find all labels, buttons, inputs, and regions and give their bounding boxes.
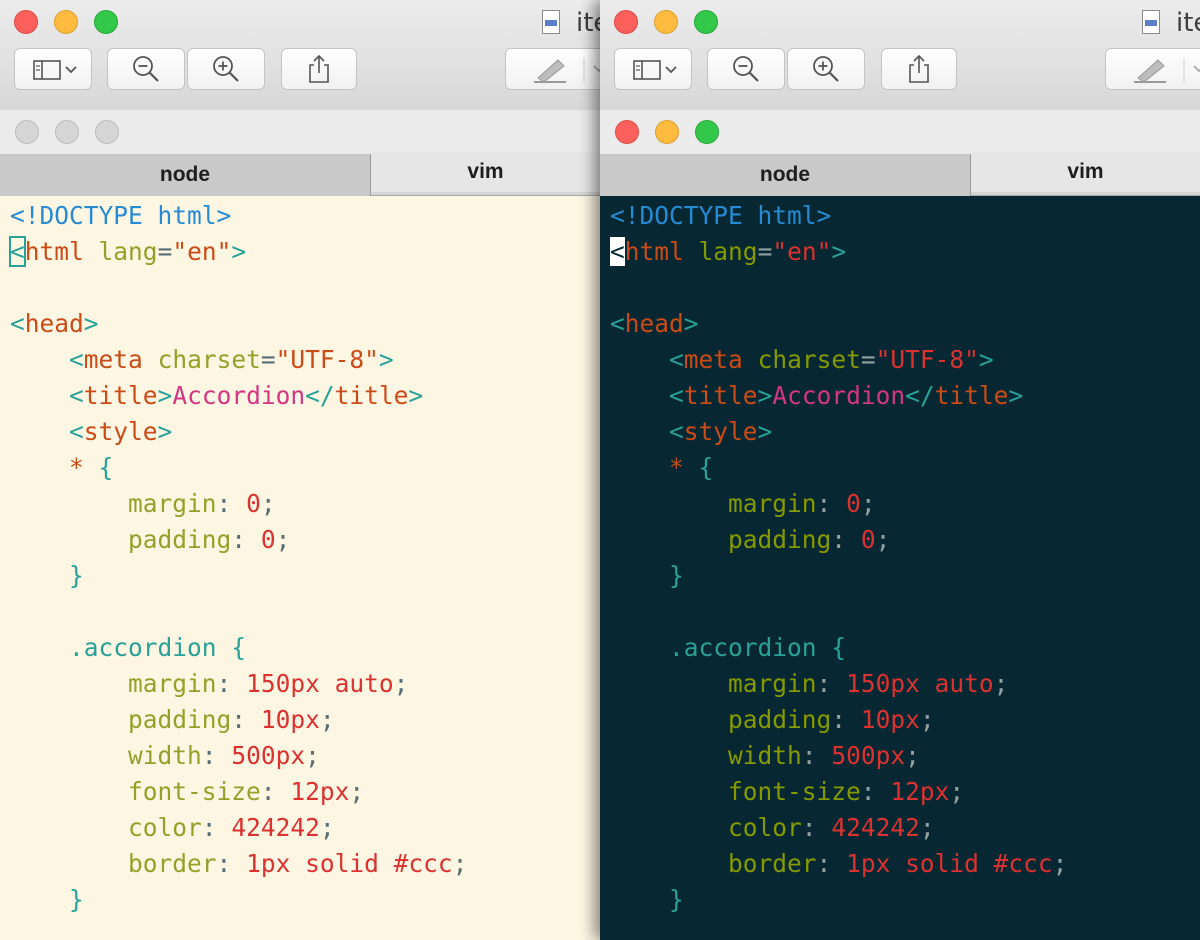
text-cursor: <: [610, 237, 625, 266]
code-line: * {: [69, 453, 114, 482]
code-line: color: 424242;: [728, 813, 935, 842]
terminal-titlebar: [600, 110, 1200, 154]
code-line: }: [69, 885, 84, 914]
sidebar-icon: [33, 60, 77, 80]
right-window: ite: [600, 0, 1200, 940]
code-line: <title>Accordion</title>: [669, 381, 1024, 410]
zoom-button[interactable]: [95, 120, 119, 144]
terminal-tabs: node vim: [0, 152, 600, 196]
code-line: <style>: [669, 417, 773, 446]
share-button[interactable]: [281, 48, 357, 90]
text-cursor: <: [9, 236, 26, 267]
code-line: <html lang="en">: [9, 236, 247, 267]
code-line: border: 1px solid #ccc;: [128, 849, 468, 878]
tab-node[interactable]: node: [0, 154, 371, 196]
code-line: <!DOCTYPE html>: [610, 201, 832, 230]
window-title: ite: [1176, 8, 1200, 38]
minimize-button[interactable]: [54, 10, 78, 34]
zoom-in-icon: [813, 56, 839, 82]
code-line: .accordion {: [69, 633, 247, 662]
close-button[interactable]: [615, 120, 639, 144]
share-button[interactable]: [881, 48, 957, 90]
code-line: * {: [669, 453, 714, 482]
code-line: }: [669, 561, 684, 590]
minimize-button[interactable]: [654, 10, 678, 34]
code-line: padding: 10px;: [128, 705, 335, 734]
zoom-in-button[interactable]: [187, 48, 265, 90]
code-line: <style>: [69, 417, 173, 446]
code-line: <head>: [10, 309, 99, 338]
close-button[interactable]: [15, 120, 39, 144]
code-line: border: 1px solid #ccc;: [728, 849, 1068, 878]
code-line: .accordion {: [669, 633, 847, 662]
sidebar-toggle-button[interactable]: [614, 48, 692, 90]
preview-toolbar: ite: [600, 0, 1200, 111]
left-window: ite: [0, 0, 600, 940]
minimize-button[interactable]: [55, 120, 79, 144]
zoom-in-icon: [213, 56, 239, 82]
code-line: <head>: [610, 309, 699, 338]
zoom-out-icon: [133, 56, 159, 82]
code-editor[interactable]: <!DOCTYPE html> <html lang="en"> <head> …: [600, 196, 1200, 940]
code-line: margin: 0;: [128, 489, 276, 518]
code-line: padding: 0;: [128, 525, 291, 554]
share-icon: [909, 54, 929, 83]
zoom-out-button[interactable]: [107, 48, 185, 90]
code-line: padding: 0;: [728, 525, 891, 554]
zoom-out-icon: [733, 56, 759, 82]
zoom-button[interactable]: [94, 10, 118, 34]
sidebar-toggle-button[interactable]: [14, 48, 92, 90]
terminal-tabs: node vim: [600, 152, 1200, 196]
preview-toolbar: ite: [0, 0, 600, 111]
terminal-titlebar: [0, 110, 600, 154]
markup-pen-icon: [534, 58, 600, 83]
window-title: ite: [576, 8, 600, 38]
markup-button[interactable]: [505, 48, 600, 90]
code-line: }: [69, 561, 84, 590]
close-button[interactable]: [14, 10, 38, 34]
code-line: <meta charset="UTF-8">: [669, 345, 994, 374]
code-line: padding: 10px;: [728, 705, 935, 734]
minimize-button[interactable]: [655, 120, 679, 144]
code-line: width: 500px;: [128, 741, 320, 770]
zoom-out-button[interactable]: [707, 48, 785, 90]
tab-vim[interactable]: vim: [971, 152, 1200, 192]
code-line: <title>Accordion</title>: [69, 381, 424, 410]
code-editor[interactable]: <!DOCTYPE html> <html lang="en"> <head> …: [0, 196, 600, 940]
share-icon: [309, 54, 329, 83]
code-line: width: 500px;: [728, 741, 920, 770]
code-line: margin: 150px auto;: [128, 669, 409, 698]
code-line: <meta charset="UTF-8">: [69, 345, 394, 374]
markup-button[interactable]: [1105, 48, 1200, 90]
sidebar-icon: [633, 60, 677, 80]
close-button[interactable]: [614, 10, 638, 34]
zoom-button[interactable]: [695, 120, 719, 144]
tab-vim[interactable]: vim: [371, 152, 600, 192]
code-line: <!DOCTYPE html>: [10, 201, 232, 230]
zoom-button[interactable]: [694, 10, 718, 34]
code-line: <html lang="en">: [610, 237, 847, 266]
zoom-in-button[interactable]: [787, 48, 865, 90]
tab-node[interactable]: node: [600, 154, 971, 196]
code-line: margin: 150px auto;: [728, 669, 1009, 698]
code-line: }: [669, 885, 684, 914]
code-line: color: 424242;: [128, 813, 335, 842]
code-line: font-size: 12px;: [128, 777, 365, 806]
markup-pen-icon: [1134, 58, 1200, 83]
code-line: margin: 0;: [728, 489, 876, 518]
code-line: font-size: 12px;: [728, 777, 965, 806]
